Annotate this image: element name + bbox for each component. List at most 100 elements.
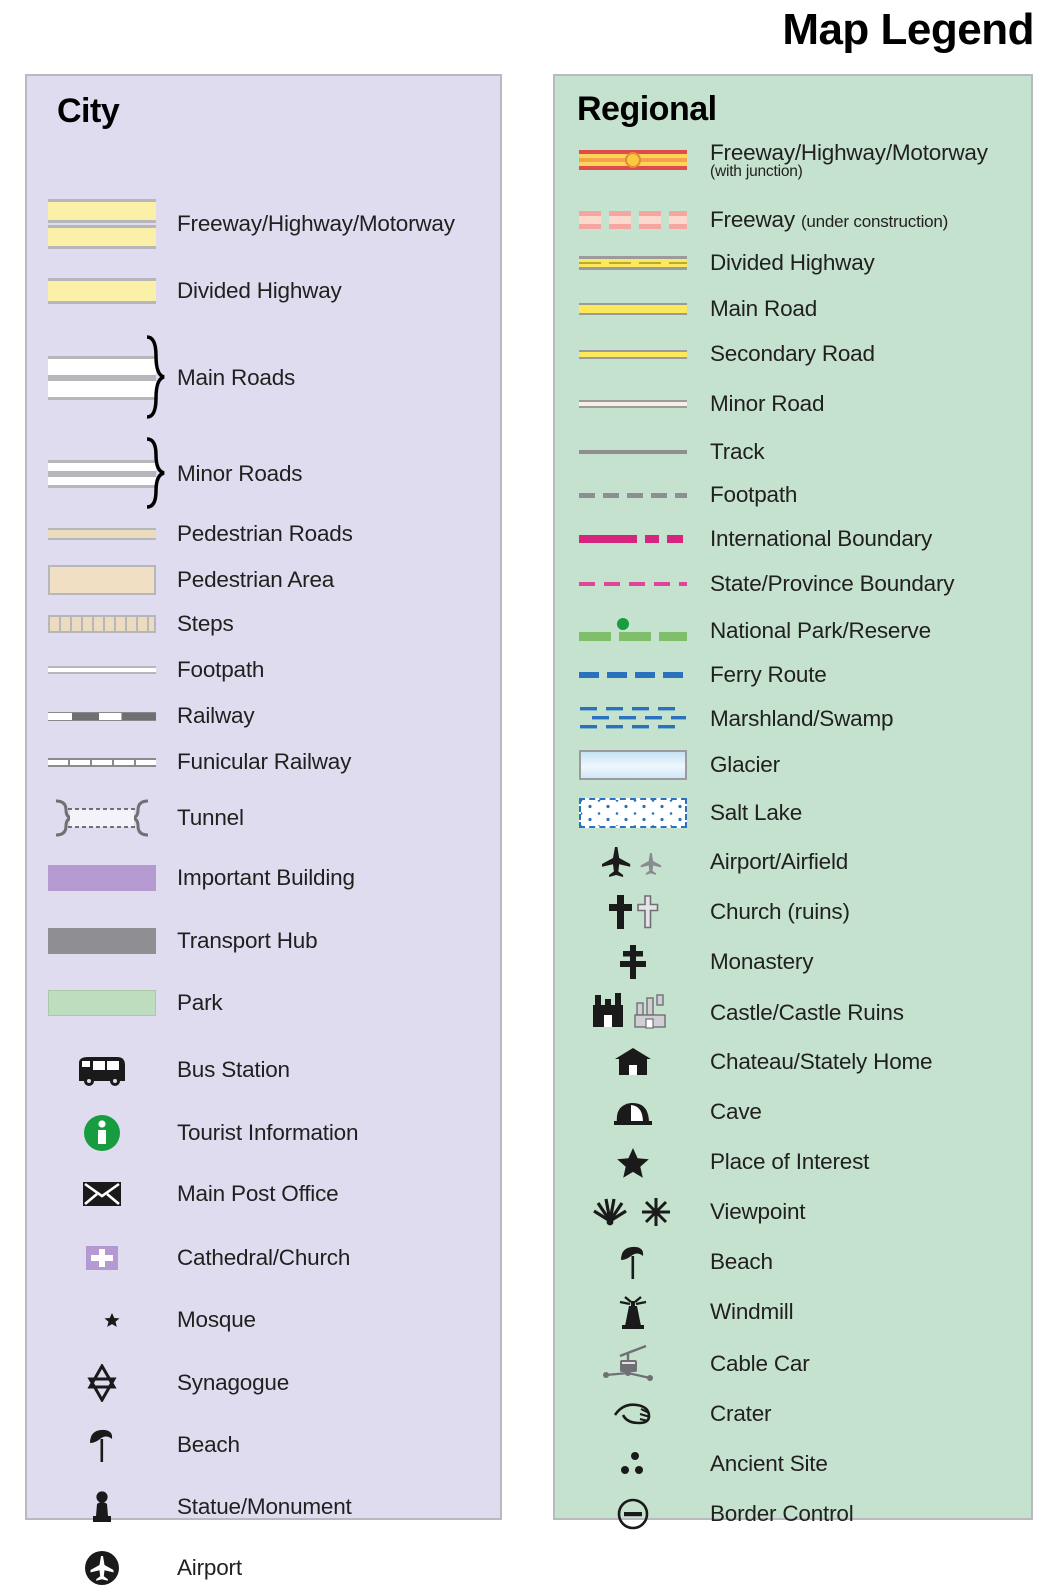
castle-pair-icon [555, 993, 710, 1033]
cave-icon [555, 1095, 710, 1129]
legend-row-city-funicular: Funicular Railway [27, 748, 500, 776]
legend-label: Bus Station [177, 1057, 290, 1082]
track-line-icon [555, 450, 710, 454]
city-panel-heading: City [57, 92, 120, 130]
tunnel-icon [27, 797, 177, 839]
legend-row-regional-place-of-interest: Place of Interest [555, 1142, 1031, 1182]
legend-row-city-tourist-information: Tourist Information [27, 1111, 500, 1155]
legend-row-regional-main-road: Main Road [555, 294, 1031, 324]
legend-label: Main Roads [177, 365, 296, 390]
important-building-block-icon [27, 865, 177, 891]
pedestrian-area-block-icon [27, 565, 177, 595]
legend-label: Freeway/Highway/Motorway (with junction) [710, 140, 988, 181]
divided-highway-band-icon [27, 278, 177, 304]
legend-row-regional-national-park: National Park/Reserve [555, 614, 1031, 648]
legend-label: Glacier [710, 752, 780, 777]
legend-row-regional-freeway: Freeway/Highway/Motorway (with junction) [555, 138, 1031, 182]
envelope-icon [27, 1179, 177, 1209]
legend-label: Main Post Office [177, 1181, 339, 1206]
legend-sublabel: (under construction) [800, 212, 949, 231]
railway-line-icon [27, 711, 177, 721]
glacier-icon [555, 750, 710, 780]
legend-label: International Boundary [710, 526, 933, 551]
steps-icon [27, 615, 177, 633]
legend-label: Transport Hub [177, 928, 318, 953]
legend-row-regional-beach: Beach [555, 1242, 1031, 1282]
legend-row-regional-church-ruins: Church (ruins) [555, 892, 1031, 932]
legend-label: Cathedral/Church [177, 1245, 351, 1270]
legend-label: Statue/Monument [177, 1494, 352, 1519]
legend-label: Windmill [710, 1299, 794, 1324]
airplane-circle-icon [27, 1548, 177, 1588]
legend-label: Important Building [177, 865, 355, 890]
legend-label: Viewpoint [710, 1199, 806, 1224]
legend-label: Tourist Information [177, 1120, 359, 1145]
beach-umbrella-icon [27, 1426, 177, 1464]
legend-row-city-post-office: Main Post Office [27, 1176, 500, 1212]
legend-label: Church (ruins) [710, 899, 850, 924]
legend-label: Tunnel [177, 805, 244, 830]
legend-row-regional-salt-lake: Salt Lake [555, 794, 1031, 832]
star-of-david-icon [27, 1364, 177, 1402]
legend-label: Funicular Railway [177, 749, 352, 774]
legend-row-city-freeway: Freeway/Highway/Motorway [27, 199, 500, 249]
legend-row-regional-border-control: Border Control [555, 1494, 1031, 1534]
minor-road-line-icon [555, 400, 710, 408]
airplane-pair-icon [555, 845, 710, 879]
legend-row-city-transport-hub: Transport Hub [27, 925, 500, 957]
ferry-route-icon [555, 672, 710, 678]
legend-label: Ancient Site [710, 1451, 828, 1476]
legend-label: Track [710, 439, 765, 464]
legend-label: Salt Lake [710, 800, 803, 825]
page-title: Map Legend [782, 5, 1034, 54]
beach-umbrella-icon [555, 1243, 710, 1281]
legend-row-regional-glacier: Glacier [555, 746, 1031, 784]
footpath-dashed-icon [555, 492, 710, 498]
legend-label: Divided Highway [710, 250, 875, 275]
legend-label: Beach [710, 1249, 773, 1274]
legend-row-city-beach: Beach [27, 1426, 500, 1464]
legend-row-regional-footpath: Footpath [555, 480, 1031, 510]
legend-row-city-pedestrian-roads: Pedestrian Roads [27, 520, 500, 548]
legend-label: Pedestrian Roads [177, 521, 353, 546]
legend-label: Airport [177, 1555, 242, 1580]
church-cross-pair-icon [555, 893, 710, 931]
legend-label: Main Road [710, 296, 818, 321]
legend-label-text: Freeway/Highway/Motorway [710, 139, 988, 165]
legend-sublabel: (with junction) [710, 162, 803, 180]
star-and-crescent-icon [27, 1302, 177, 1338]
divided-highway-line-icon [555, 256, 710, 270]
legend-label: Crater [710, 1401, 772, 1426]
church-cross-square-icon [27, 1243, 177, 1273]
viewpoint-pair-icon [555, 1195, 710, 1229]
legend-label: Park [177, 990, 223, 1015]
cable-car-icon [555, 1344, 710, 1384]
secondary-road-line-icon [555, 349, 710, 359]
main-roads-brace-icon [146, 335, 165, 419]
legend-row-regional-chateau: Chateau/Stately Home [555, 1042, 1031, 1082]
legend-row-regional-monastery: Monastery [555, 942, 1031, 982]
legend-label: Border Control [710, 1501, 854, 1526]
legend-label: Cave [710, 1099, 762, 1124]
legend-label: Ferry Route [710, 662, 827, 687]
legend-row-city-cathedral: Cathedral/Church [27, 1239, 500, 1277]
statue-monument-icon [27, 1488, 177, 1526]
legend-row-regional-minor-road: Minor Road [555, 389, 1031, 419]
legend-row-city-main-roads: Main Roads [27, 332, 500, 424]
windmill-icon [555, 1293, 710, 1331]
national-park-icon [555, 617, 710, 641]
legend-label: Steps [177, 611, 234, 636]
legend-row-city-divided-highway: Divided Highway [27, 274, 500, 308]
legend-row-city-synagogue: Synagogue [27, 1364, 500, 1402]
legend-row-regional-ferry: Ferry Route [555, 660, 1031, 690]
legend-row-regional-intl-boundary: International Boundary [555, 524, 1031, 554]
international-boundary-icon [555, 535, 710, 543]
bus-icon [27, 1053, 177, 1087]
park-block-icon [27, 990, 177, 1016]
legend-label: Mosque [177, 1307, 256, 1332]
freeway-with-junction-icon [555, 150, 710, 170]
legend-row-city-steps: Steps [27, 610, 500, 638]
ancient-site-dots-icon [555, 1449, 710, 1479]
footpath-line-icon [27, 666, 177, 674]
legend-label: Chateau/Stately Home [710, 1049, 933, 1074]
